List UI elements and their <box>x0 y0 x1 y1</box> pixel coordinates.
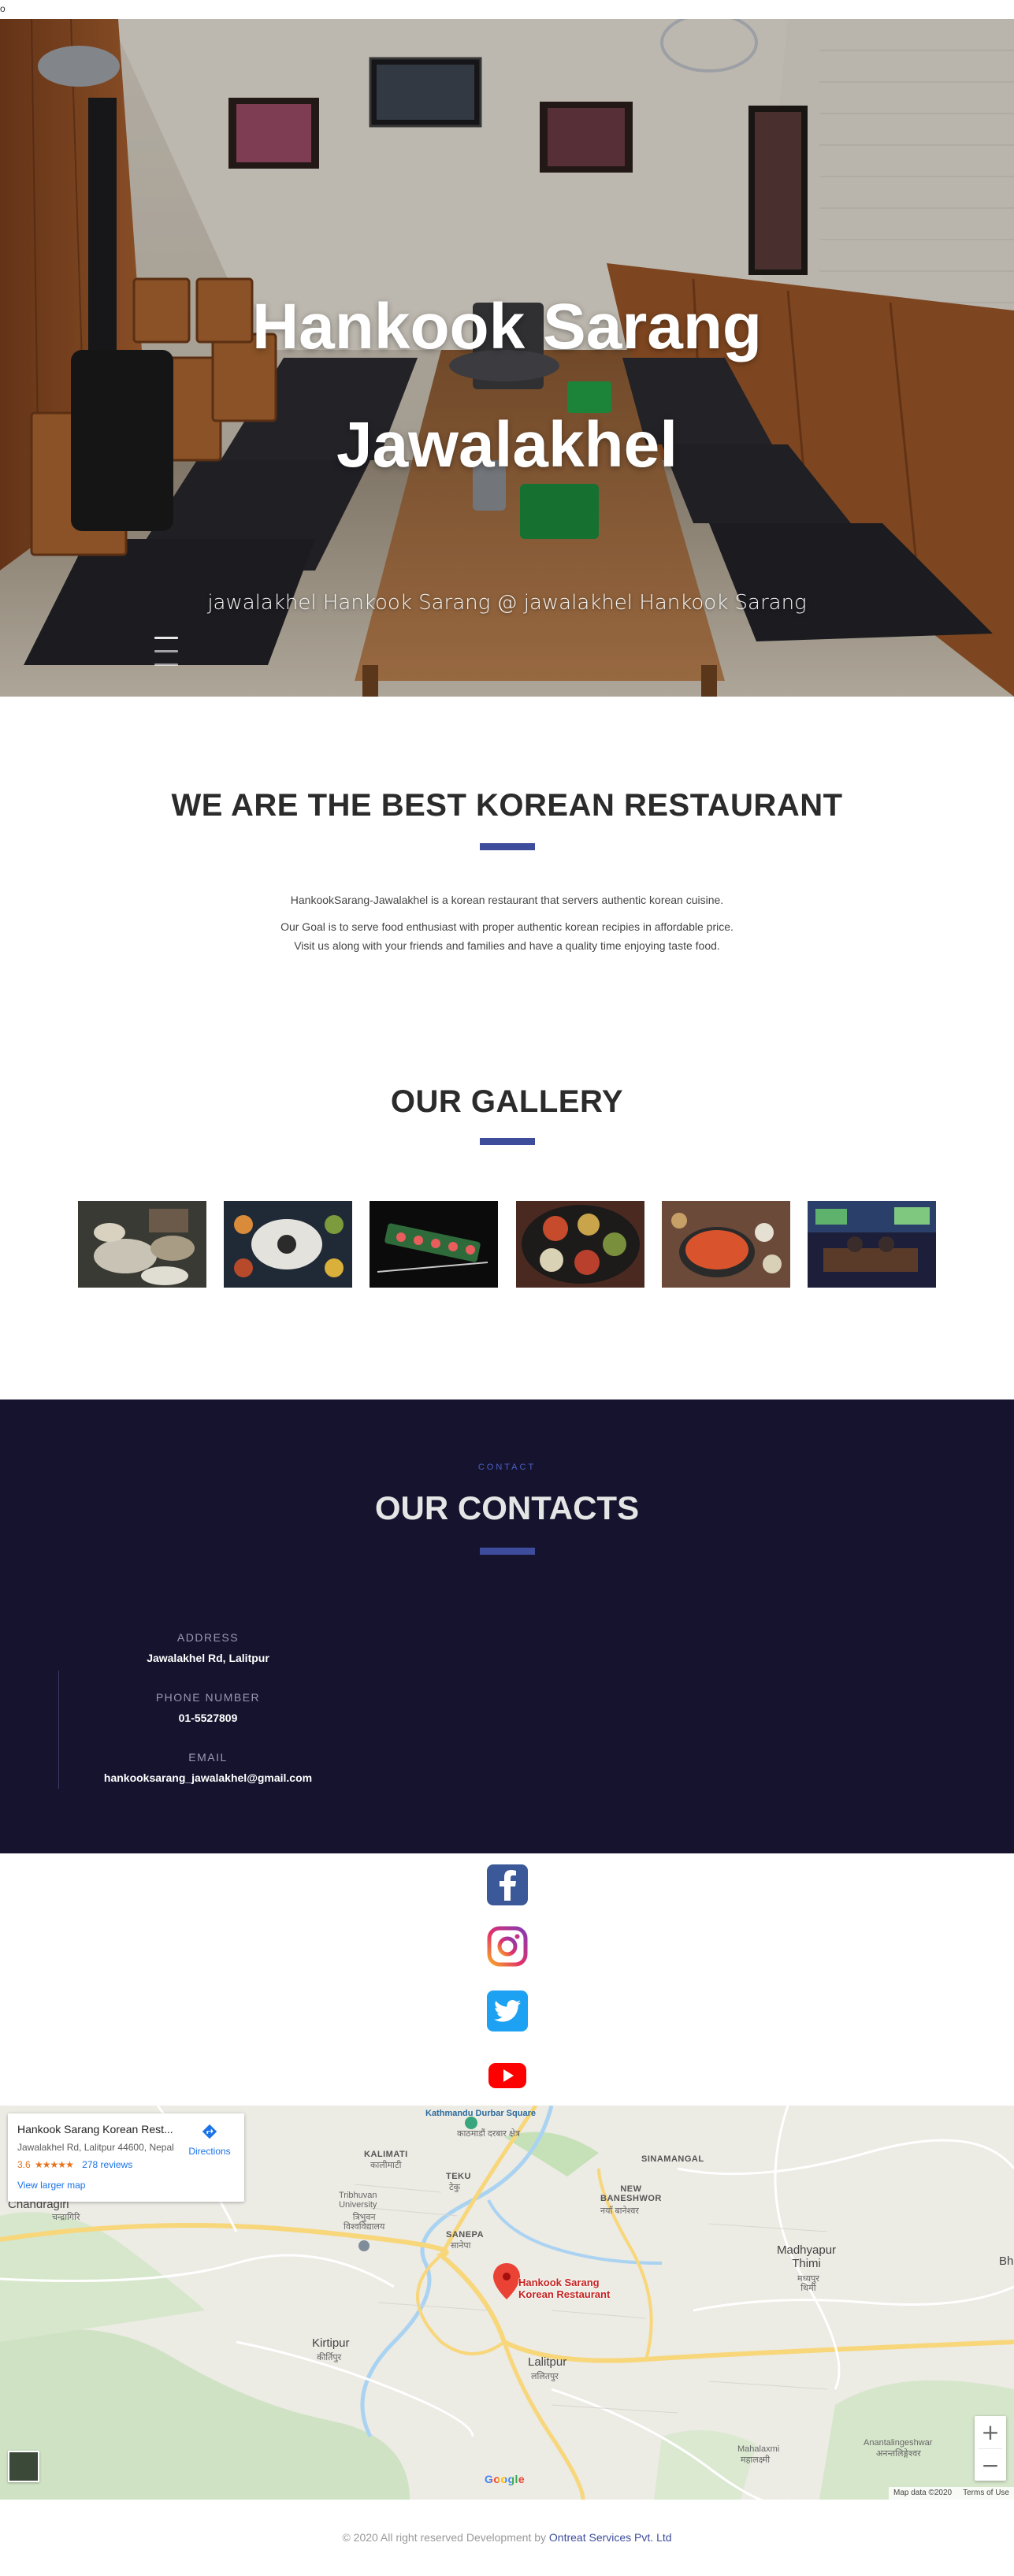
directions-icon <box>202 2124 217 2139</box>
contact-address: ADDRESS Jawalakhel Rd, Lalitpur <box>66 1631 350 1664</box>
about-text-line1: HankookSarang-Jawalakhel is a korean res… <box>290 894 724 906</box>
google-logo: Google <box>485 2473 525 2485</box>
map-label-teku-np: टेकु <box>449 2183 460 2192</box>
hero-title-line1: Hankook Sarang <box>251 291 763 362</box>
about-heading-underline <box>480 843 535 850</box>
slide-indicator-2[interactable] <box>154 650 178 652</box>
phone-value[interactable]: 01-5527809 <box>66 1712 350 1724</box>
email-value[interactable]: hankooksarang_jawalakhel@gmail.com <box>66 1771 350 1784</box>
map-label-new-baneshwor-np: नयाँ बानेश्वर <box>600 2206 639 2216</box>
gallery-photo-3[interactable] <box>370 1201 499 1288</box>
gallery-heading: OUR GALLERY <box>390 1084 624 1119</box>
page-footer: © 2020 All right reserved Development by… <box>0 2531 1014 2544</box>
contacts-heading-underline <box>480 1548 535 1555</box>
top-stub-text: o <box>0 3 6 14</box>
reviews-link[interactable]: 278 reviews <box>82 2159 132 2170</box>
hero-section: Hankook Sarang Jawalakhel jawalakhel Han… <box>0 19 1014 697</box>
email-label: EMAIL <box>188 1751 228 1764</box>
instagram-link[interactable] <box>487 1926 528 1967</box>
contact-email: EMAIL hankooksarang_jawalakhel@gmail.com <box>66 1751 350 1784</box>
gallery-photo-2[interactable] <box>224 1201 353 1288</box>
map-label-kirtipur-np: कीर्तिपुर <box>317 2353 342 2362</box>
map-label-anantalingeshwar-np: अनन्तलिङ्गेश्वर <box>876 2449 921 2459</box>
map-pin-label-line2: Korean Restaurant <box>518 2288 611 2300</box>
hero-subtitle: jawalakhel Hankook Sarang @ jawalakhel H… <box>207 591 807 615</box>
map-label-chandragiri-np: चन्द्रागिरि <box>52 2213 80 2222</box>
map-label-new-baneshwor: NEW BANESHWOR <box>600 2184 662 2204</box>
satellite-toggle-thumbnail[interactable] <box>8 2451 39 2482</box>
map-attribution-bar: Map data ©2020 Terms of Use <box>889 2487 1014 2500</box>
map-label-sinamangal: SINAMANGAL <box>641 2154 704 2164</box>
map-label-lalitpur-np: ललितपुर <box>531 2372 559 2381</box>
contacts-divider-line <box>58 1671 59 1789</box>
map-label-kathmandu-durbar-np: काठमाडौं दरबार क्षेत्र <box>457 2129 520 2139</box>
gallery-photo-4[interactable] <box>515 1201 644 1288</box>
map-label-kirtipur: Kirtipur <box>312 2336 350 2350</box>
about-heading: WE ARE THE BEST KOREAN RESTAURANT <box>171 788 843 823</box>
facebook-link[interactable] <box>487 1864 528 1905</box>
map-pin-label-line1: Hankook Sarang <box>518 2277 600 2288</box>
contacts-eyebrow: CONTACT <box>477 1463 537 1472</box>
view-larger-map-link[interactable]: View larger map <box>17 2180 85 2191</box>
map-label-anantalingeshwar: Anantalingeshwar <box>864 2438 933 2448</box>
map-label-sanepa: SANEPA <box>446 2230 485 2240</box>
map-label-madhyapur-np: मध्यपुर थिमी <box>797 2274 819 2294</box>
map-label-lalitpur: Lalitpur <box>528 2355 567 2369</box>
map-label-kathmandu-durbar: Kathmandu Durbar Square <box>425 2109 536 2118</box>
gallery-photo-5[interactable] <box>661 1201 790 1288</box>
about-text-line3: Visit us along with your friends and fam… <box>294 939 720 952</box>
place-rating-row: 3.6 ★★★★★ 278 reviews <box>17 2159 235 2170</box>
hero-title-line2: Jawalakhel <box>336 409 678 481</box>
map-place-card: Hankook Sarang Korean Rest... Jawalakhel… <box>8 2113 244 2202</box>
map-zoom-control: + − <box>975 2416 1006 2481</box>
twitter-link[interactable] <box>487 1991 528 2031</box>
gallery-heading-underline <box>480 1138 535 1145</box>
slide-indicator-3[interactable] <box>154 664 178 666</box>
map-label-tribhuvan: Tribhuvan University <box>339 2191 377 2210</box>
top-stub: o <box>0 0 1014 19</box>
zoom-out-button[interactable]: − <box>975 2449 1006 2481</box>
gallery-grid <box>78 1201 936 1288</box>
youtube-link[interactable] <box>487 2055 528 2096</box>
google-logo-text: Google <box>485 2473 526 2485</box>
phone-label: PHONE NUMBER <box>155 1691 261 1704</box>
map-data-attribution: Map data ©2020 <box>893 2489 953 2497</box>
map-label-kalimati-np: कालीमाटी <box>370 2161 402 2170</box>
contacts-heading: OUR CONTACTS <box>374 1489 640 1526</box>
zoom-in-button[interactable]: + <box>975 2416 1006 2448</box>
google-map-embed[interactable]: Kathmandu Durbar Square काठमाडौं दरबार क… <box>0 2106 1014 2500</box>
rating-stars-icon: ★★★★★ <box>35 2159 74 2170</box>
instagram-icon <box>487 1926 528 1967</box>
map-label-kalimati: KALIMATI <box>364 2150 408 2159</box>
slide-indicator-1[interactable] <box>154 637 178 639</box>
about-text-line2: Our Goal is to serve food enthusiast wit… <box>280 920 734 933</box>
map-label-mahalaxmi: Mahalaxmi <box>737 2444 780 2454</box>
place-name: Hankook Sarang Korean Rest... <box>17 2123 173 2136</box>
address-value: Jawalakhel Rd, Lalitpur <box>147 1652 269 1664</box>
twitter-icon <box>494 2000 521 2022</box>
hero-slider-indicators[interactable] <box>154 637 178 677</box>
directions-label: Directions <box>188 2146 231 2157</box>
map-label-bh: Bh <box>999 2254 1014 2268</box>
map-pin-label[interactable]: Hankook Sarang Korean Restaurant <box>518 2277 610 2301</box>
map-label-sanepa-np: सानेपा <box>451 2241 471 2251</box>
contact-phone: PHONE NUMBER 01-5527809 <box>66 1691 350 1724</box>
terms-of-use-link[interactable]: Terms of Use <box>963 2489 1009 2498</box>
map-label-mahalaxmi-np: महालक्ष्मी <box>741 2455 771 2465</box>
map-label-madhyapur: Madhyapur Thimi <box>777 2243 837 2270</box>
youtube-icon <box>488 2063 526 2088</box>
address-label: ADDRESS <box>176 1631 240 1644</box>
footer-copyright: © 2020 All right reserved Development by <box>342 2531 549 2544</box>
gallery-photo-1[interactable] <box>78 1201 206 1288</box>
directions-button[interactable]: Directions <box>186 2123 233 2157</box>
map-label-tribhuvan-np: त्रिभुवन विश्वविद्यालय <box>344 2213 385 2232</box>
place-rating: 3.6 <box>17 2159 31 2170</box>
contacts-section: CONTACT OUR CONTACTS ADDRESS Jawalakhel … <box>0 1400 1014 1853</box>
facebook-icon <box>500 1870 516 1901</box>
map-label-teku: TEKU <box>446 2172 471 2181</box>
gallery-photo-6[interactable] <box>807 1201 936 1288</box>
footer-developer-link[interactable]: Ontreat Services Pvt. Ltd <box>549 2531 672 2544</box>
